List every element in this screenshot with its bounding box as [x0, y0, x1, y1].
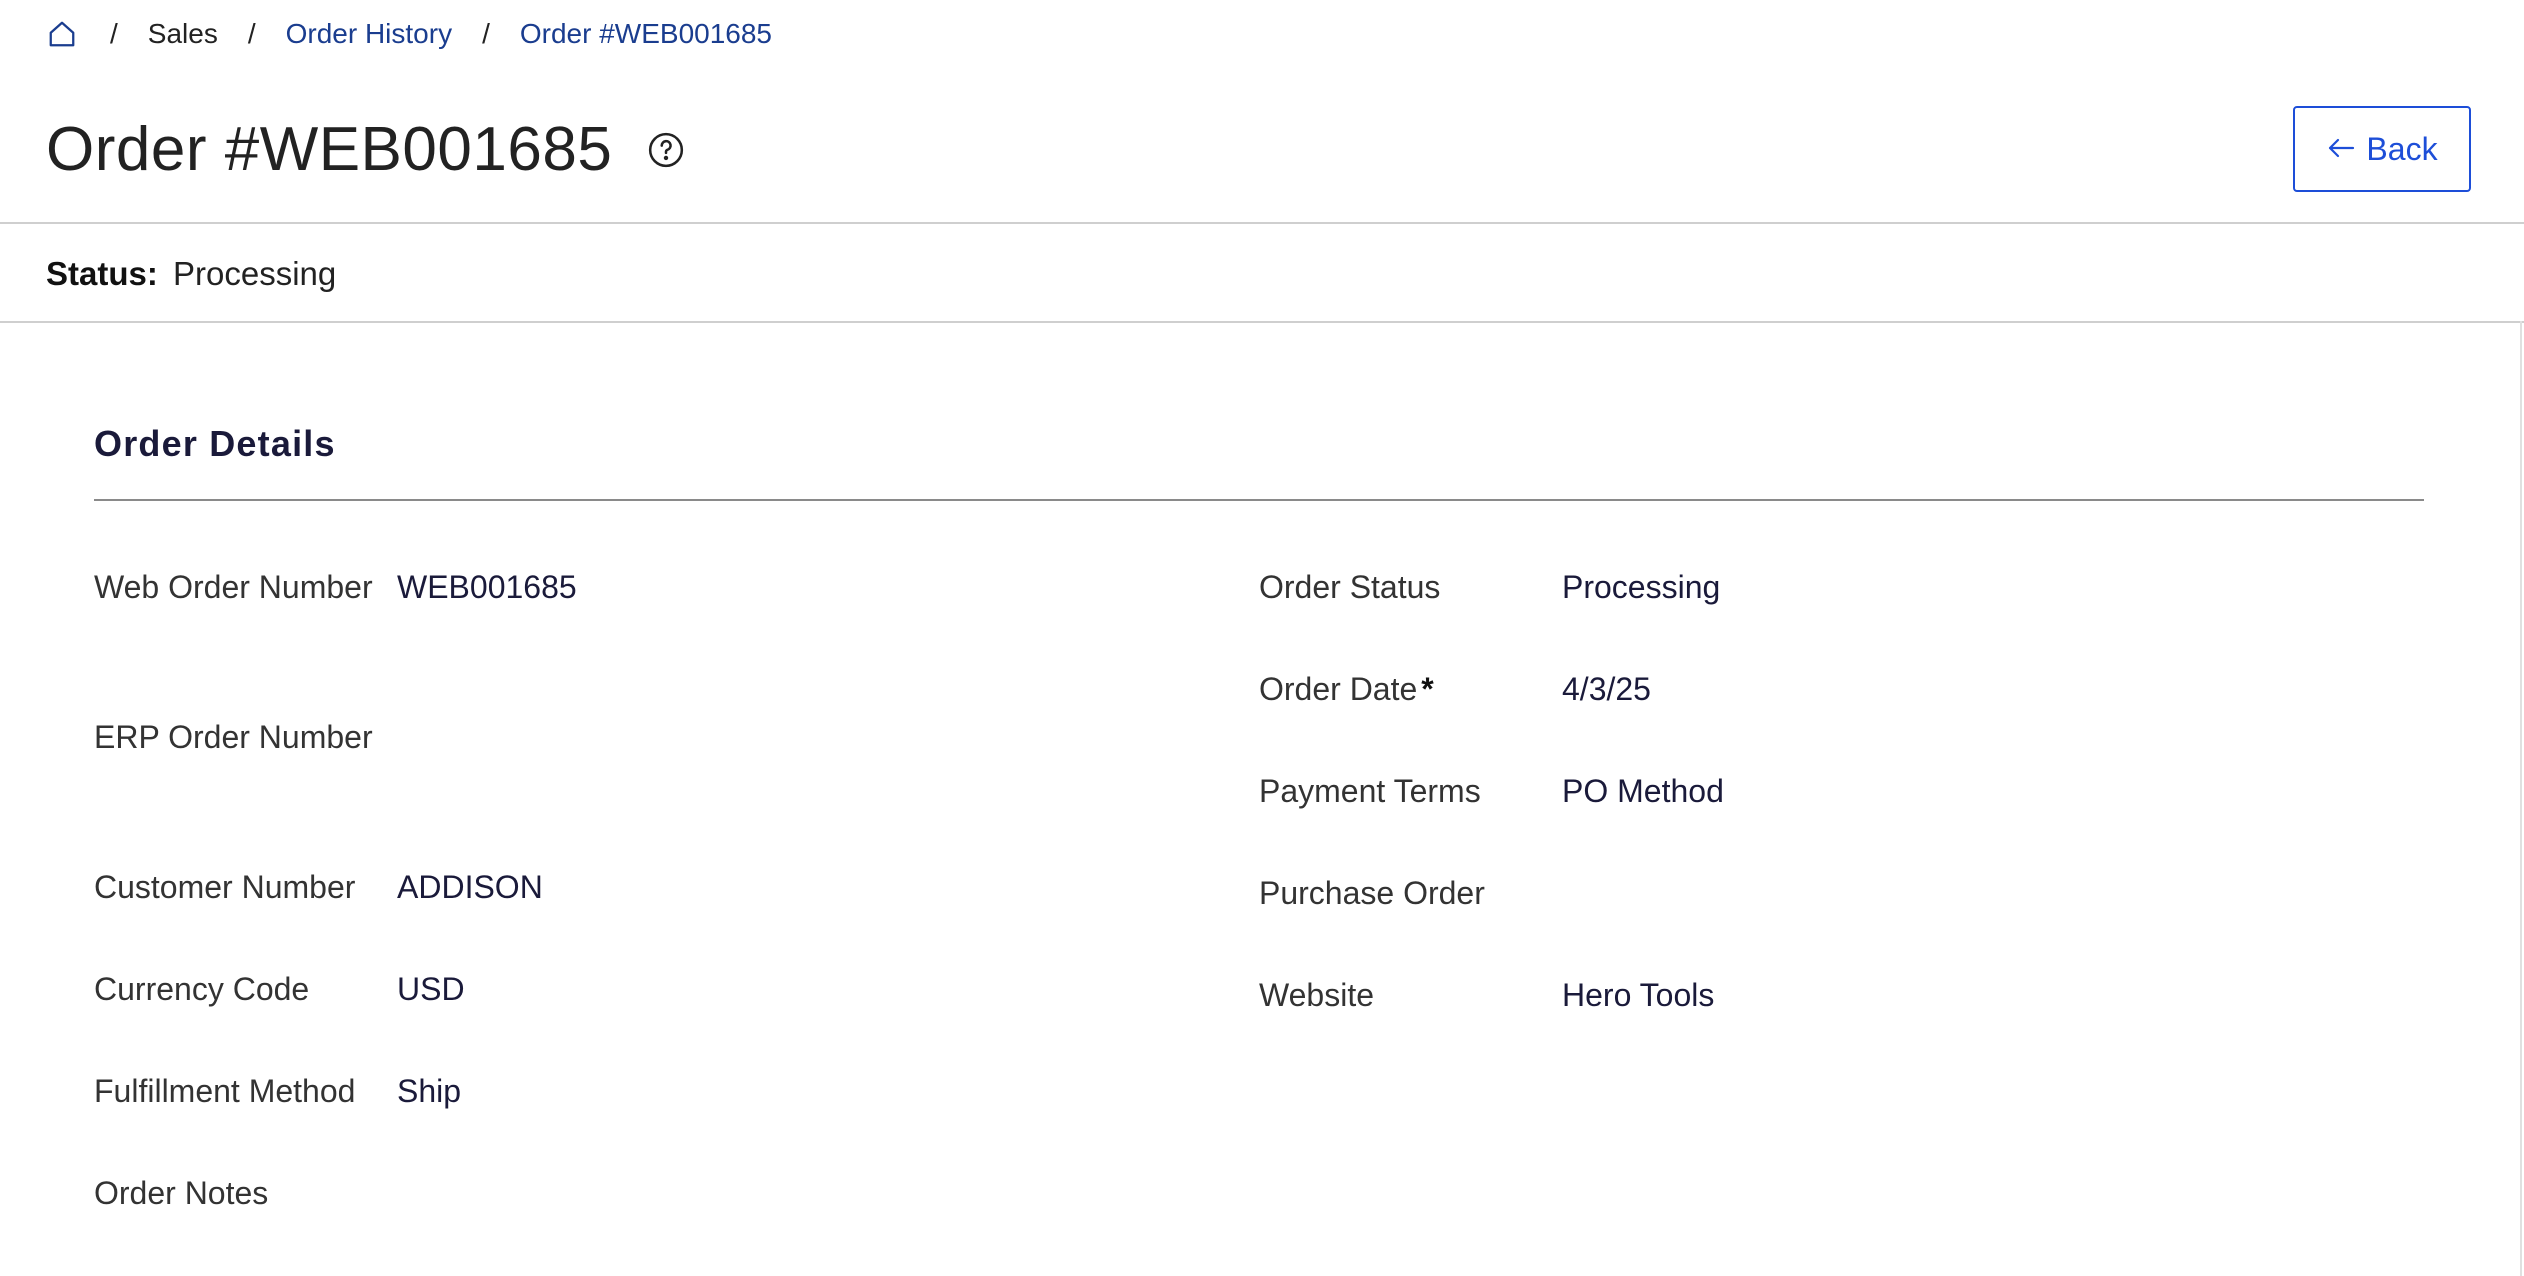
- field-label: Customer Number: [94, 869, 356, 905]
- page-title: Order #WEB001685: [46, 115, 613, 184]
- back-button[interactable]: Back: [2293, 106, 2471, 192]
- arrow-left-icon: [2326, 131, 2356, 168]
- field-label: Order Notes: [94, 1175, 269, 1211]
- order-details-heading: Order Details: [94, 423, 336, 464]
- help-circle-icon[interactable]: [646, 130, 686, 170]
- field-value: ADDISON: [397, 869, 543, 905]
- header-divider: [0, 222, 2524, 224]
- home-icon[interactable]: [46, 18, 78, 50]
- field-value: PO Method: [1562, 773, 1724, 809]
- breadcrumb: / Sales / Order History / Order #WEB0016…: [46, 14, 772, 54]
- order-details-divider: [94, 499, 2424, 501]
- field-label: Web Order Number: [94, 569, 373, 605]
- breadcrumb-separator: /: [110, 18, 118, 49]
- breadcrumb-sales: Sales: [147, 18, 218, 49]
- breadcrumb-separator: /: [247, 18, 256, 49]
- status-divider: [0, 321, 2524, 323]
- panel-right-border: [2520, 321, 2522, 1276]
- breadcrumb-separator: /: [482, 18, 490, 49]
- order-date-label: Order Date: [1259, 671, 1418, 707]
- field-value: USD: [397, 971, 465, 1007]
- field-value: Hero Tools: [1562, 977, 1715, 1013]
- status-label: Status:: [46, 255, 158, 292]
- breadcrumb-current-order-link[interactable]: Order #WEB001685: [520, 18, 772, 50]
- field-value: WEB001685: [397, 569, 577, 605]
- field-label: Currency Code: [94, 971, 310, 1007]
- back-button-label: Back: [2366, 130, 2438, 167]
- field-label: Website: [1259, 977, 1375, 1013]
- status-value: Processing: [173, 255, 337, 292]
- field-label: Order Status: [1259, 569, 1441, 605]
- field-label: Purchase Order: [1259, 875, 1485, 911]
- field-value: Processing: [1562, 569, 1721, 605]
- field-label: Payment Terms: [1259, 773, 1481, 809]
- field-value: 4/3/25: [1562, 671, 1651, 707]
- status-bar: Status: Processing: [46, 250, 336, 298]
- page-title-row: Order #WEB001685: [46, 110, 686, 190]
- required-mark: *: [1421, 671, 1434, 707]
- field-label: ERP Order Number: [94, 719, 373, 755]
- field-label: Order Date *: [1259, 665, 1549, 713]
- field-value: Ship: [397, 1073, 462, 1109]
- breadcrumb-order-history-link[interactable]: Order History: [286, 18, 452, 50]
- field-label: Fulfillment Method: [94, 1073, 356, 1109]
